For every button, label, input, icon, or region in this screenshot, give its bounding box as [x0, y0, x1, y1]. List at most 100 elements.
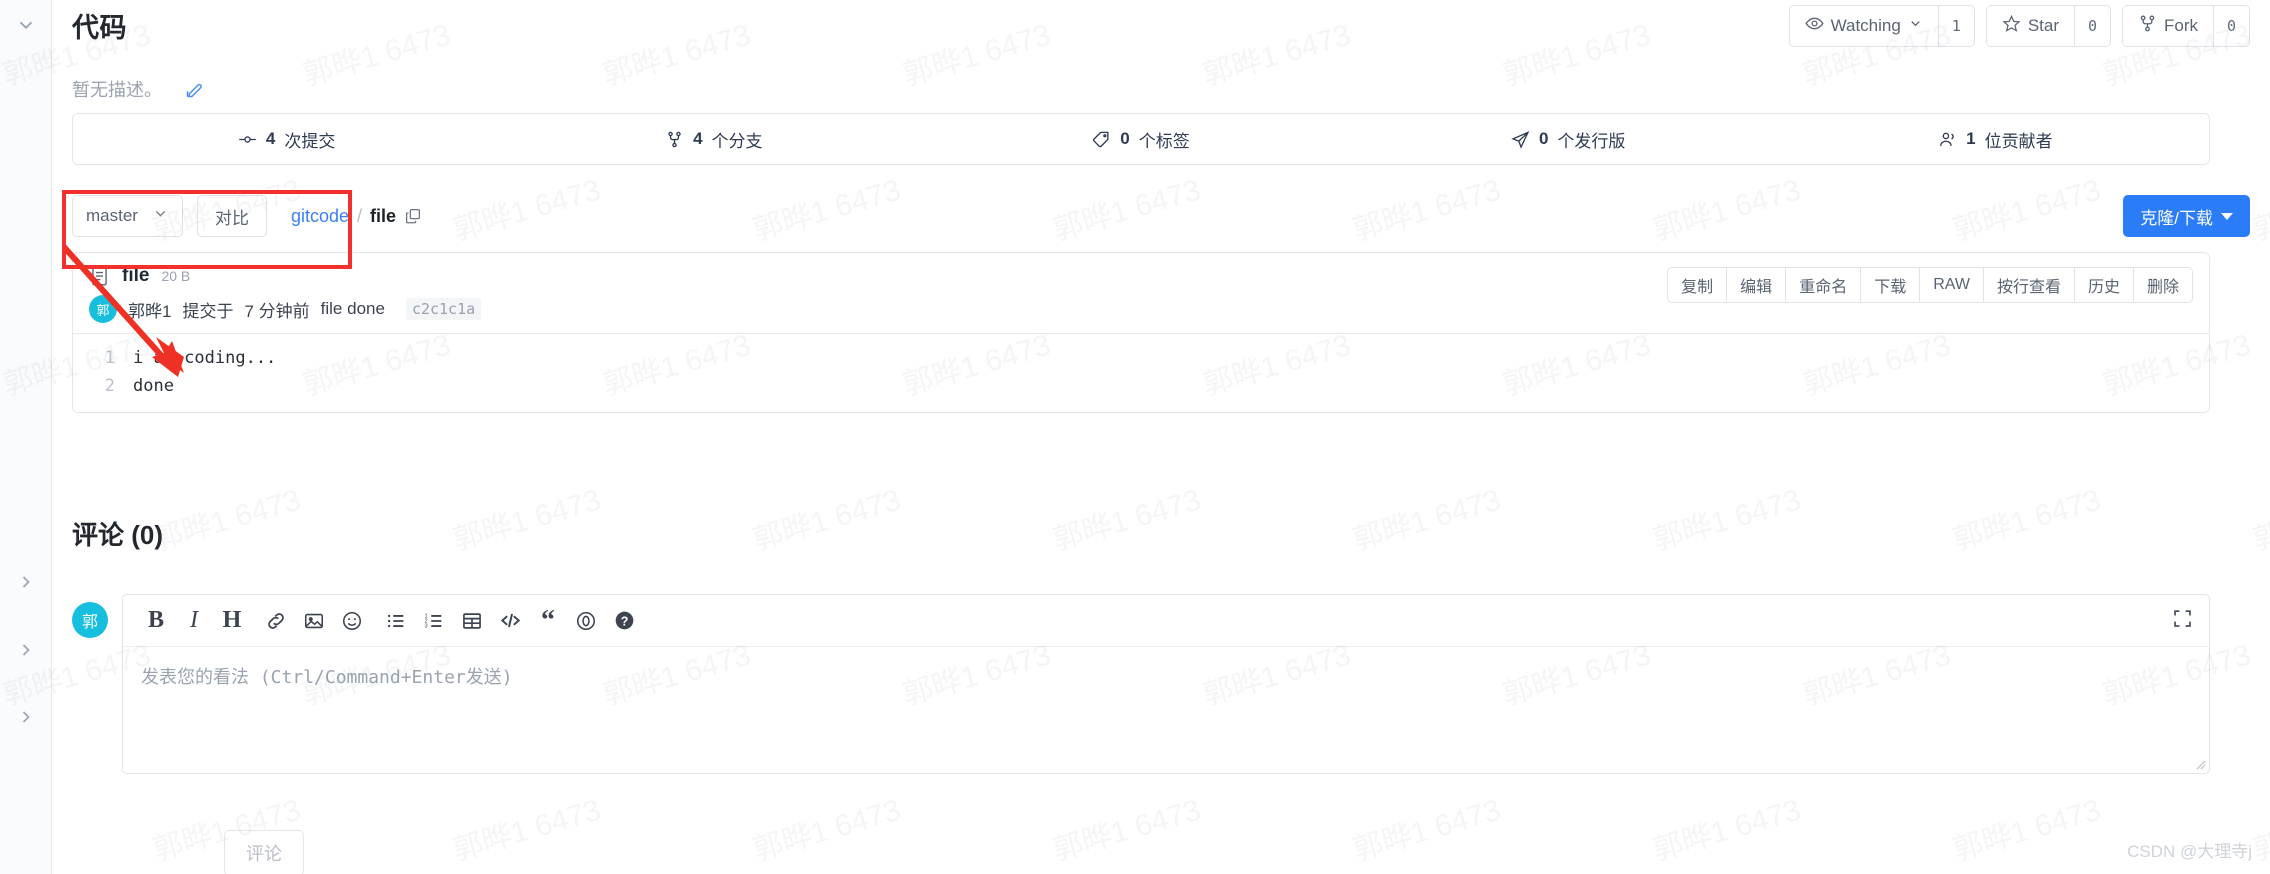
numbered-list-icon[interactable]: 1 2 3	[415, 602, 453, 640]
stat-contributors[interactable]: 1 位贡献者	[1782, 127, 2209, 152]
italic-icon[interactable]: I	[175, 602, 213, 640]
watch-label: Watching	[1830, 16, 1901, 35]
bold-icon[interactable]: B	[137, 602, 175, 640]
svg-text:?: ?	[620, 614, 628, 628]
fork-button-group[interactable]: Fork 0	[2122, 5, 2250, 47]
file-action-edit[interactable]: 编辑	[1726, 268, 1786, 302]
preview-eye-icon[interactable]	[567, 602, 605, 640]
stat-commits-label: 次提交	[284, 131, 336, 151]
file-header: file 20 B 郭 郭晔1 提交于 7 分钟前 file done c2c1…	[73, 253, 2209, 333]
star-button-group[interactable]: Star 0	[1985, 5, 2111, 47]
description-row: 暂无描述。	[72, 76, 205, 102]
file-action-delete[interactable]: 删除	[2132, 268, 2192, 302]
code-icon[interactable]	[491, 602, 529, 640]
commit-author[interactable]: 郭晔1	[128, 297, 171, 322]
star-label: Star	[2027, 16, 2059, 35]
repo-description: 暂无描述。	[72, 80, 162, 100]
stat-branches-label: 个分支	[711, 131, 763, 151]
file-text-icon	[89, 266, 110, 287]
file-toolbar: 复制 编辑 重命名 下载 RAW 按行查看 历史 删除	[1667, 267, 2193, 303]
star-icon	[2002, 14, 2021, 38]
stat-commits-value: 4	[265, 129, 276, 148]
line-content[interactable]: i am coding...	[133, 344, 276, 372]
bullet-list-icon[interactable]	[377, 602, 415, 640]
emoji-icon[interactable]	[333, 602, 371, 640]
watch-button[interactable]: Watching	[1789, 6, 1938, 46]
commit-icon	[238, 130, 257, 149]
table-icon[interactable]	[453, 602, 491, 640]
repo-actions: Watching 1 Star 0 Fork 0	[1788, 5, 2250, 47]
avatar: 郭	[89, 295, 117, 323]
quote-icon[interactable]: “	[529, 602, 567, 640]
line-content[interactable]: done	[133, 372, 174, 400]
chevron-down-icon[interactable]	[0, 14, 52, 40]
star-count: 0	[2074, 6, 2110, 46]
file-action-rename[interactable]: 重命名	[1785, 268, 1861, 302]
copy-path-icon[interactable]	[404, 207, 422, 225]
fork-count: 0	[2213, 6, 2249, 46]
stat-tags-value: 0	[1120, 129, 1130, 148]
rail-chevron-right-3[interactable]	[0, 707, 52, 731]
avatar: 郭	[72, 602, 108, 638]
rail-chevron-right-1[interactable]	[0, 572, 52, 596]
line-number: 1	[104, 348, 115, 368]
link-icon[interactable]	[257, 602, 295, 640]
breadcrumb-repo-link[interactable]: gitcode	[291, 206, 349, 227]
comments-heading: 评论 (0)	[72, 520, 164, 550]
chevron-down-icon	[1908, 16, 1923, 36]
breadcrumb-separator: /	[357, 205, 363, 226]
chevron-down-icon	[152, 205, 169, 227]
page-body: 代码 暂无描述。 Watching 1 Star 0 Fork 0 4 次提交 …	[52, 0, 2270, 874]
commit-sha[interactable]: c2c1c1a	[405, 298, 482, 320]
file-action-download[interactable]: 下载	[1860, 268, 1920, 302]
stat-commits[interactable]: 4 次提交	[73, 127, 500, 152]
branch-selector[interactable]: master	[72, 195, 183, 237]
tag-icon	[1092, 130, 1111, 149]
star-button[interactable]: Star	[1986, 6, 2074, 46]
page-title: 代码	[72, 13, 127, 43]
branch-bar: master 对比 gitcode / file	[72, 195, 422, 237]
stat-contributors-label: 位贡献者	[1984, 131, 2053, 151]
image-icon[interactable]	[295, 602, 333, 640]
submit-comment-button[interactable]: 评论	[224, 830, 304, 874]
file-action-raw[interactable]: RAW	[1919, 268, 1983, 302]
stat-tags[interactable]: 0 个标签	[927, 127, 1354, 152]
app-root: 郭晔1 6473郭晔1 6473郭晔1 6473郭晔1 6473郭晔1 6473…	[0, 0, 2270, 874]
commit-time: 7 分钟前	[244, 301, 310, 321]
breadcrumb-current: file	[370, 205, 397, 226]
fork-icon	[2138, 14, 2157, 38]
compare-button[interactable]: 对比	[196, 195, 267, 237]
stat-branches[interactable]: 4 个分支	[500, 127, 927, 152]
file-action-copy[interactable]: 复制	[1668, 268, 1727, 302]
fork-label: Fork	[2164, 16, 2198, 35]
clone-download-button[interactable]: 克隆/下载	[2123, 195, 2250, 237]
commit-message[interactable]: file done	[321, 299, 385, 319]
watch-button-group[interactable]: Watching 1	[1788, 5, 1975, 47]
pencil-icon[interactable]	[184, 79, 205, 100]
eye-icon	[1804, 14, 1824, 38]
rail-chevron-right-2[interactable]	[0, 640, 52, 664]
breadcrumb: gitcode / file	[291, 206, 422, 227]
csdn-watermark: CSDN @大理寺j	[2127, 842, 2252, 861]
fullscreen-icon[interactable]	[2172, 608, 2193, 634]
repo-stats-bar: 4 次提交 4 个分支 0 个标签 0 个发行版 1 位贡献者	[72, 113, 2210, 165]
comment-editor-wrap: 郭 B I H 1 2 3 “ ? 发表您的看法 (Ctrl/Command+E…	[72, 594, 2210, 774]
heading-icon[interactable]: H	[213, 602, 251, 640]
file-name: file	[122, 265, 150, 286]
left-rail	[0, 0, 52, 874]
watch-count: 1	[1937, 6, 1974, 46]
resize-handle[interactable]	[2194, 758, 2206, 770]
stat-releases-value: 0	[1538, 129, 1549, 148]
stat-releases[interactable]: 0 个发行版	[1355, 127, 1782, 152]
comment-input[interactable]: 发表您的看法 (Ctrl/Command+Enter发送)	[123, 647, 2209, 773]
file-size: 20 B	[161, 268, 191, 284]
help-icon[interactable]: ?	[605, 602, 643, 640]
code-line: 1 i am coding...	[73, 344, 2209, 372]
line-number: 2	[104, 376, 115, 396]
svg-text:3: 3	[424, 623, 427, 629]
code-line: 2 done	[73, 372, 2209, 400]
file-action-history[interactable]: 历史	[2073, 268, 2133, 302]
file-action-blame[interactable]: 按行查看	[1982, 268, 2074, 302]
file-panel: file 20 B 郭 郭晔1 提交于 7 分钟前 file done c2c1…	[72, 252, 2210, 413]
fork-button[interactable]: Fork	[2123, 6, 2213, 46]
